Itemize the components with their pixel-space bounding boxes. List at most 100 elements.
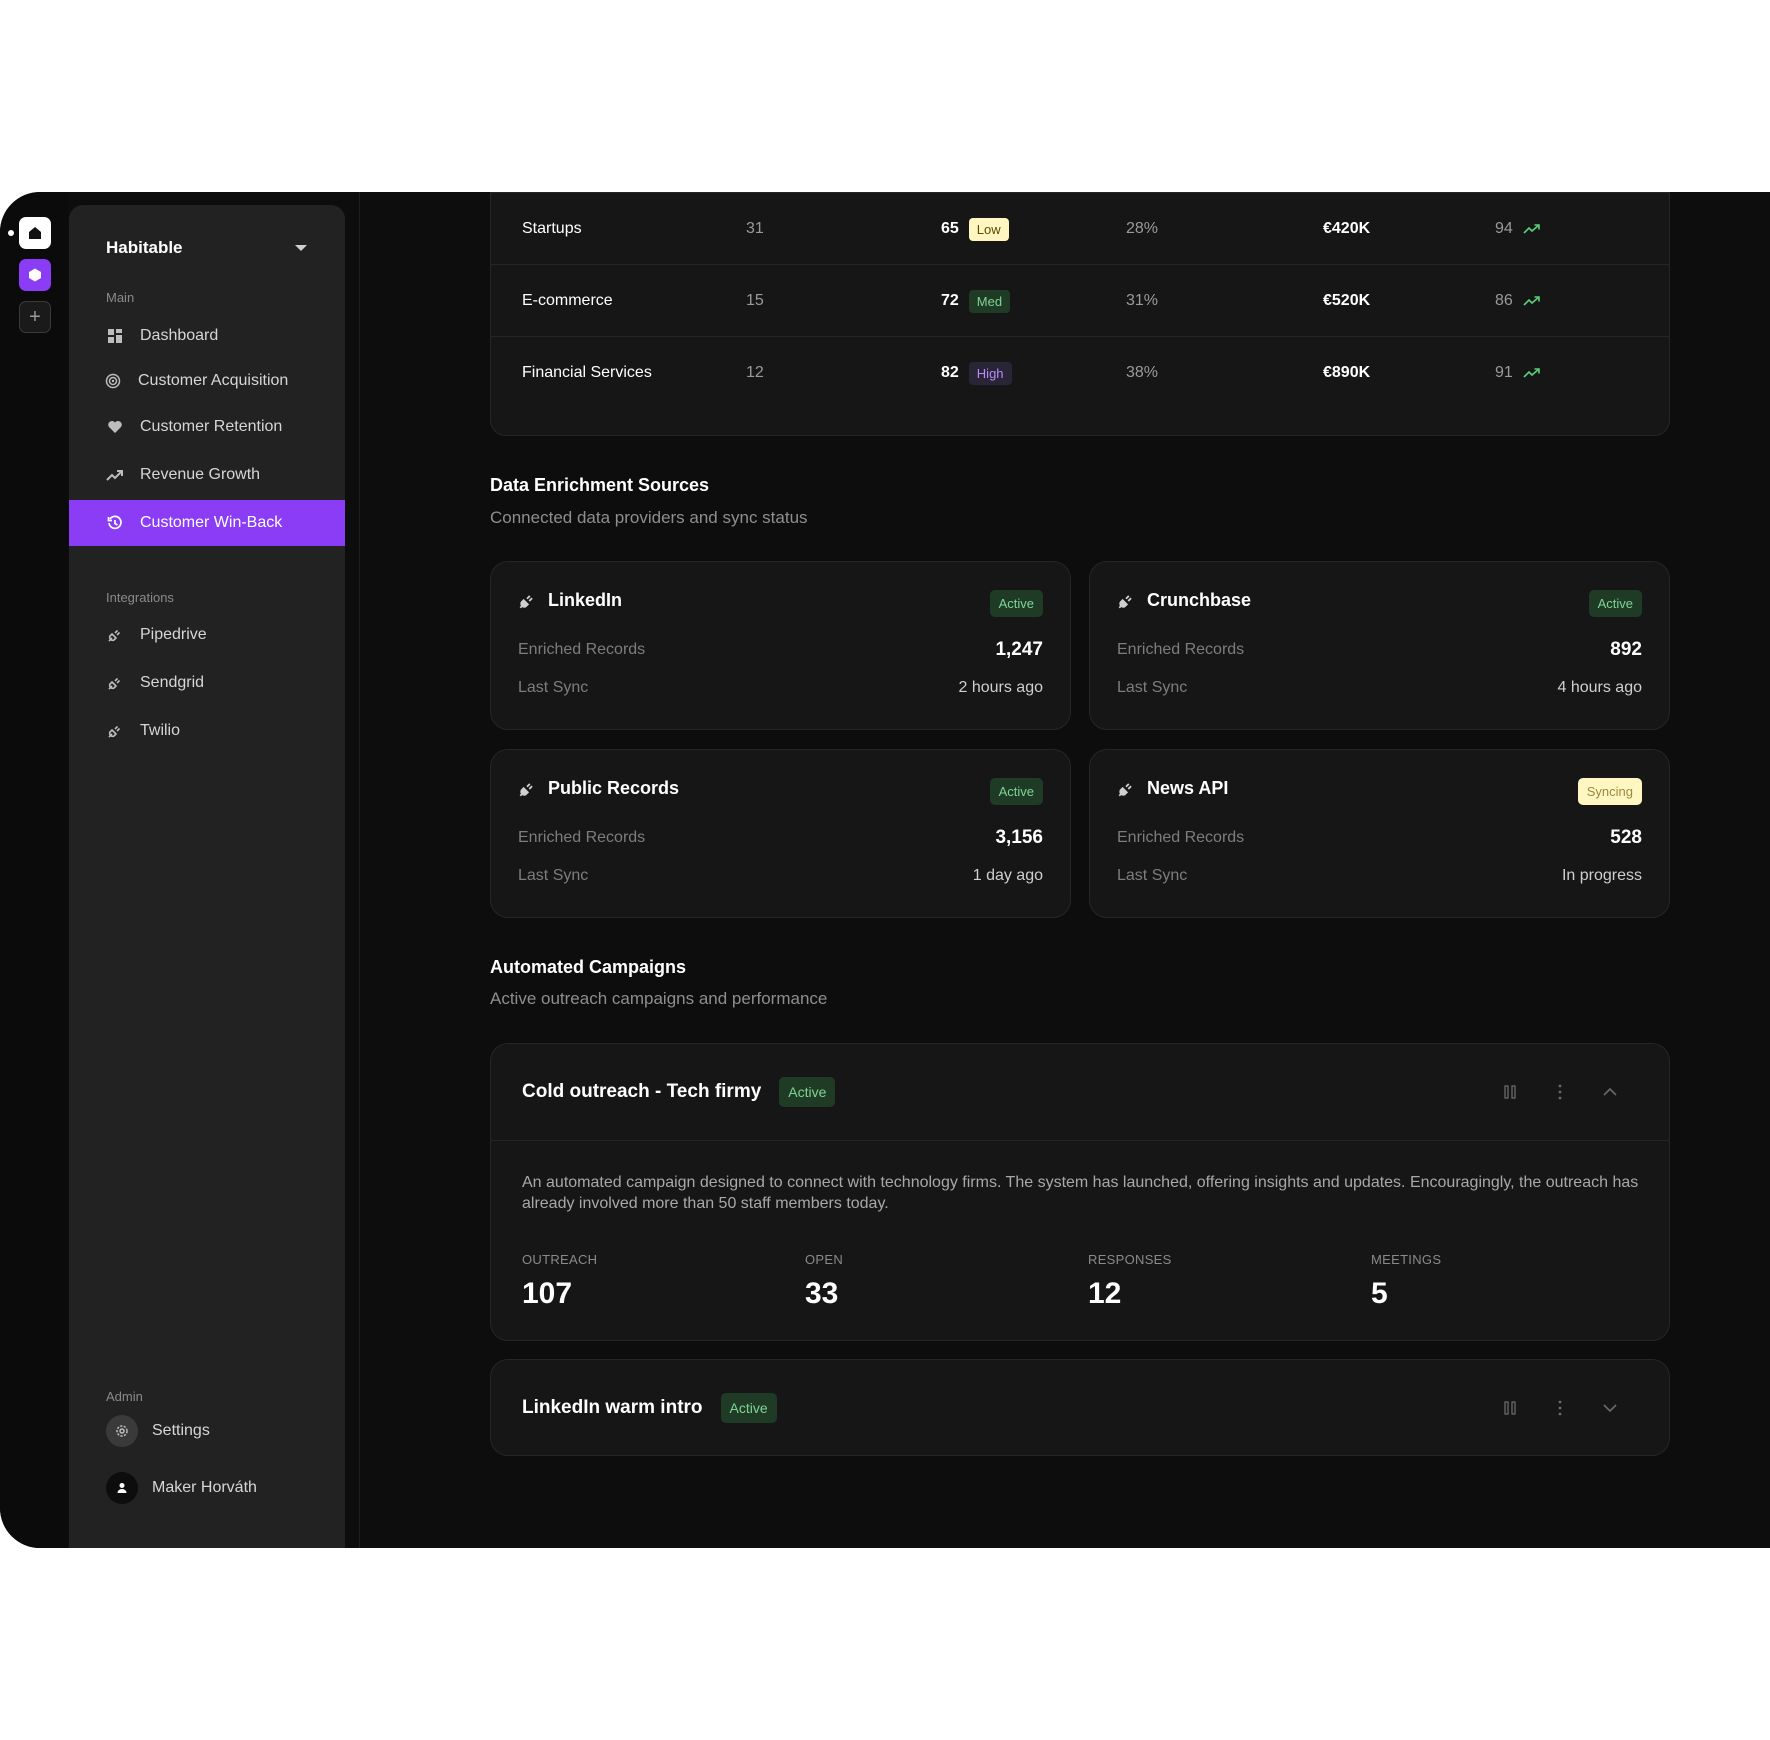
source-card-public-records[interactable]: Public Records Active Enriched Records 3,…: [490, 749, 1071, 918]
hexagon-icon: [29, 268, 41, 282]
source-card-news-api[interactable]: News API Syncing Enriched Records 528 Las…: [1089, 749, 1670, 918]
segment-trend: 94: [1495, 193, 1541, 265]
user-name: Maker Horváth: [152, 1479, 257, 1496]
sidebar-item-label: Dashboard: [140, 327, 219, 344]
sidebar-item-dashboard[interactable]: Dashboard: [69, 313, 345, 359]
sidebar-item-customer-acquisition[interactable]: Customer Acquisition: [69, 358, 345, 404]
sidebar-item-label: Pipedrive: [140, 626, 207, 643]
sidebar-item-customer-retention[interactable]: Customer Retention: [69, 404, 345, 450]
trend-up-icon: [1523, 223, 1541, 235]
segment-score: 65 Low: [941, 193, 1009, 265]
campaign-name: LinkedIn warm intro: [522, 1397, 703, 1418]
workspace-switcher[interactable]: Habitable: [106, 233, 307, 263]
chevron-up-icon[interactable]: [1601, 1087, 1619, 1097]
trend-value: 94: [1495, 220, 1513, 237]
section-label-integrations: Integrations: [106, 590, 174, 605]
segment-value: €420K: [1323, 220, 1371, 237]
stat-responses: RESPONSES 12: [1088, 1252, 1172, 1311]
segment-rate: 31%: [1126, 292, 1159, 309]
stat-open: OPEN 33: [805, 1252, 843, 1311]
sidebar-item-customer-win-back[interactable]: Customer Win-Back: [69, 500, 345, 546]
segment-name: E-commerce: [522, 292, 613, 309]
sidebar-item-twilio[interactable]: Twilio: [69, 708, 345, 754]
settings-label: Settings: [152, 1422, 210, 1439]
sidebar-item-revenue-growth[interactable]: Revenue Growth: [69, 452, 345, 498]
level-badge: Low: [968, 217, 1009, 241]
settings-link[interactable]: Settings: [106, 1414, 210, 1448]
table-row[interactable]: Financial Services 12 82 High 38% €890K 9…: [491, 336, 1669, 408]
user-profile[interactable]: Maker Horváth: [106, 1471, 257, 1505]
source-card-linkedin[interactable]: LinkedIn Active Enriched Records 1,247 La…: [490, 561, 1071, 730]
avatar: [106, 1472, 138, 1504]
campaign-actions: [1501, 1360, 1619, 1456]
plug-icon: [518, 780, 536, 798]
records-label: Enriched Records: [518, 641, 646, 658]
segment-count: 12: [746, 364, 764, 381]
segment-score: 72 Med: [941, 265, 1011, 337]
records-row: Enriched Records 528: [1117, 827, 1642, 849]
sidebar-item-pipedrive[interactable]: Pipedrive: [69, 612, 345, 658]
stat-value: 107: [522, 1277, 573, 1310]
status-badge: Active: [720, 1393, 777, 1423]
table-row[interactable]: E-commerce 15 72 Med 31% €520K 86: [491, 264, 1669, 336]
records-value: 892: [1610, 639, 1642, 660]
sidebar: Habitable Main Dashboard Customer Acquis…: [69, 205, 345, 1548]
plug-icon: [106, 674, 124, 692]
plug-icon: [1117, 592, 1135, 610]
segment-score: 82 High: [941, 337, 1012, 409]
workspace-rail: +: [0, 192, 68, 1548]
stat-label: RESPONSES: [1088, 1252, 1172, 1267]
campaign-card-linkedin-warm-intro: LinkedIn warm intro Active: [490, 1359, 1670, 1456]
table-row[interactable]: Startups 31 65 Low 28% €420K 94: [491, 192, 1669, 264]
pause-icon[interactable]: [1501, 1401, 1519, 1415]
more-options-icon[interactable]: [1551, 1400, 1569, 1416]
sync-value: 1 day ago: [972, 867, 1043, 884]
source-card-crunchbase[interactable]: Crunchbase Active Enriched Records 892 La…: [1089, 561, 1670, 730]
sidebar-item-label: Twilio: [140, 722, 181, 739]
sync-row: Last Sync 4 hours ago: [1117, 679, 1642, 697]
source-title: News API: [1117, 778, 1228, 799]
chevron-down-icon[interactable]: [1601, 1403, 1619, 1413]
pause-icon[interactable]: [1501, 1085, 1519, 1099]
segment-count: 15: [746, 292, 764, 309]
active-indicator: [8, 230, 14, 236]
campaigns-title: Automated Campaigns: [490, 957, 687, 977]
sidebar-item-label: Customer Retention: [140, 418, 283, 435]
divider: [359, 192, 360, 1548]
enrichment-subtitle: Connected data providers and sync status: [490, 508, 808, 527]
target-icon: [104, 372, 122, 390]
sidebar-item-sendgrid[interactable]: Sendgrid: [69, 660, 345, 706]
sync-row: Last Sync In progress: [1117, 867, 1642, 885]
stat-label: MEETINGS: [1371, 1252, 1442, 1267]
trend-up-icon: [106, 466, 124, 484]
stat-label: OUTREACH: [522, 1252, 598, 1267]
score-value: 82: [941, 364, 959, 381]
source-title: Public Records: [518, 778, 679, 799]
sidebar-item-label: Customer Acquisition: [138, 372, 289, 389]
source-title: Crunchbase: [1117, 590, 1251, 611]
segment-value: €520K: [1323, 292, 1371, 309]
sync-label: Last Sync: [1117, 867, 1188, 884]
workspace-button[interactable]: [19, 259, 51, 291]
records-label: Enriched Records: [1117, 641, 1245, 658]
campaign-name: Cold outreach - Tech firmy: [522, 1081, 762, 1102]
campaign-header[interactable]: Cold outreach - Tech firmy Active: [522, 1044, 836, 1140]
sync-label: Last Sync: [518, 679, 589, 696]
source-title: LinkedIn: [518, 590, 622, 611]
campaign-header[interactable]: LinkedIn warm intro Active: [522, 1360, 777, 1456]
segment-count: 31: [746, 220, 764, 237]
segment-name: Startups: [522, 220, 582, 237]
heart-icon: [106, 418, 124, 436]
stat-value: 5: [1371, 1277, 1388, 1310]
campaign-description: An automated campaign designed to connec…: [522, 1174, 1639, 1212]
status-badge: Active: [1588, 590, 1642, 617]
records-row: Enriched Records 3,156: [518, 827, 1043, 849]
level-badge: Med: [968, 289, 1011, 313]
plug-icon: [518, 592, 536, 610]
records-row: Enriched Records 892: [1117, 639, 1642, 661]
more-options-icon[interactable]: [1551, 1084, 1569, 1100]
sync-value: 2 hours ago: [958, 679, 1043, 696]
add-workspace-button[interactable]: +: [19, 301, 51, 333]
segment-rate: 28%: [1126, 220, 1159, 237]
home-workspace-button[interactable]: [19, 217, 51, 249]
